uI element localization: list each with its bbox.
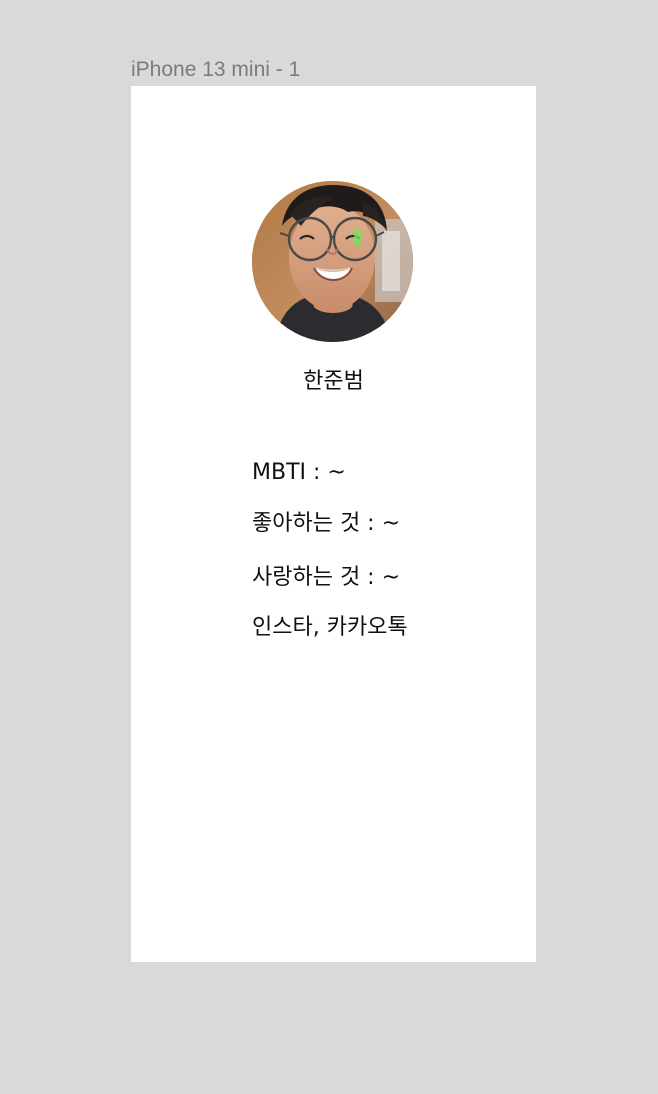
avatar[interactable] — [252, 181, 413, 342]
iphone-frame[interactable]: 한준범 MBTI : ~ 좋아하는 것 : ~ 사랑하는 것 : ~ 인스타, … — [131, 86, 536, 962]
frame-label[interactable]: iPhone 13 mini - 1 — [131, 56, 300, 84]
loves-text: 사랑하는 것 : ~ — [252, 565, 401, 590]
profile-photo-icon — [252, 181, 413, 342]
mbti-text: MBTI : ~ — [252, 460, 346, 485]
design-canvas: iPhone 13 mini - 1 한준범 MBTI: ~ 좋아하는 것:… — [0, 0, 658, 1094]
social-links-text: 인스타, 카카오톡 — [252, 615, 408, 640]
profile-name: 한준범 — [303, 369, 364, 394]
likes-text: 좋아하는 것 : ~ — [252, 511, 401, 536]
